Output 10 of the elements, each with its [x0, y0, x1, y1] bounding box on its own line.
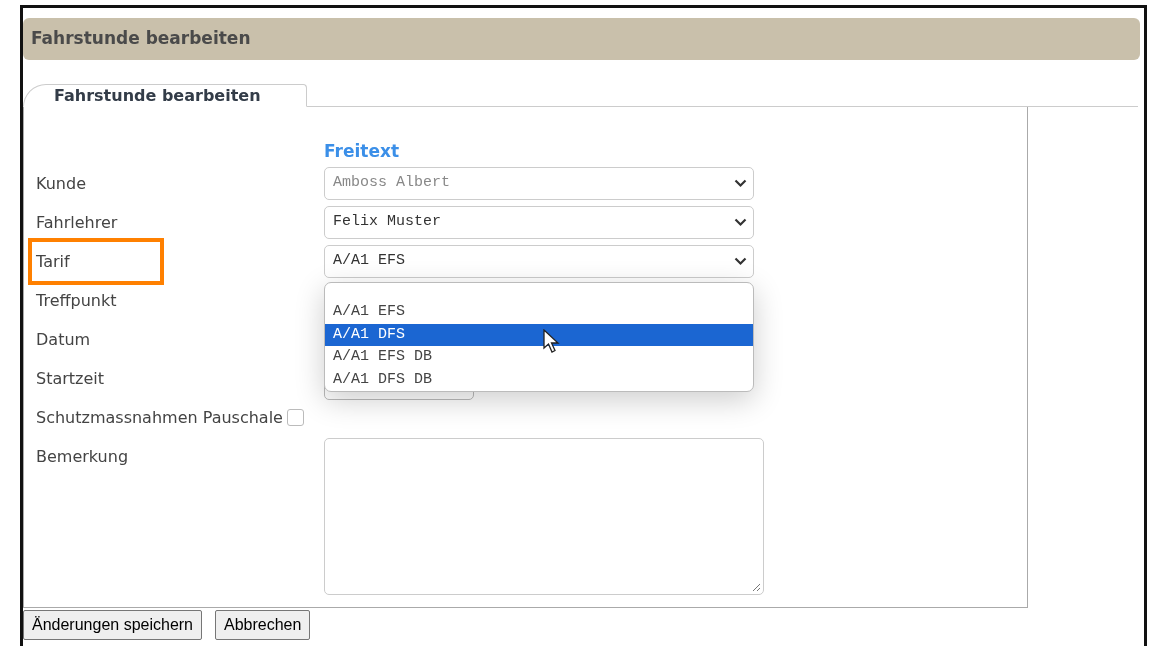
window-title: Fahrstunde bearbeiten: [23, 18, 1140, 60]
section-heading: Freitext: [324, 140, 400, 163]
field-label: Datum: [36, 328, 92, 351]
field-label: Tarif: [36, 250, 71, 273]
field-label: Fahrlehrer: [36, 211, 119, 234]
field-label: Startzeit: [36, 367, 106, 390]
field-label: Kunde: [36, 172, 87, 195]
field-label: Bemerkung: [36, 446, 130, 468]
field-label: Treffpunkt: [36, 289, 118, 312]
field-label: Schutzmassnahmen Pauschale: [36, 406, 283, 429]
